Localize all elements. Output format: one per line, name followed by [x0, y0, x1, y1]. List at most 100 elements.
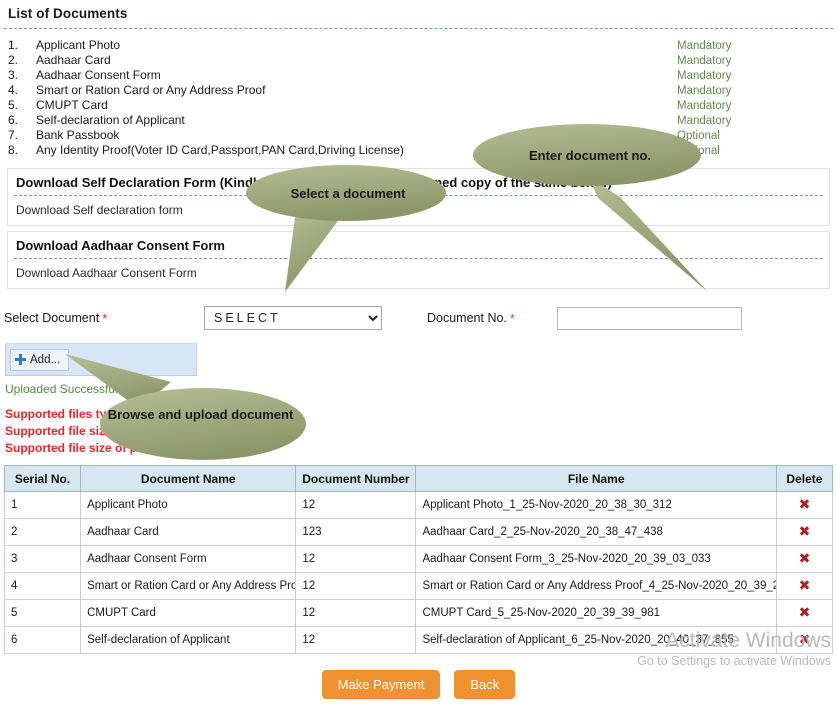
list-item-requirement: Mandatory	[677, 85, 732, 97]
list-item-requirement: Mandatory	[677, 70, 732, 82]
cell-serial-no: 6	[3, 626, 82, 654]
make-payment-button[interactable]: Make Payment	[321, 670, 441, 699]
list-item-number: 5.	[8, 98, 19, 112]
list-item-requirement: Mandatory	[677, 100, 732, 112]
cell-document-name: Aadhaar Card	[80, 518, 297, 546]
table-row: 4 Smart or Ration Card or Any Address Pr…	[3, 572, 834, 600]
upload-status-message: Uploaded Successfully	[5, 382, 127, 396]
cell-serial-no: 2	[3, 518, 82, 546]
select-document-label: Select Document *	[4, 311, 204, 326]
list-item-label: Applicant Photo	[36, 38, 121, 52]
cell-document-number: 12	[295, 545, 417, 573]
cell-file-name: Applicant Photo_1_25-Nov-2020_20_38_30_3…	[415, 491, 777, 519]
column-header-file-name: File Name	[415, 465, 777, 492]
list-item: 6. Self-declaration of Applicant Mandato…	[0, 113, 837, 128]
cell-document-name: Aadhaar Consent Form	[80, 545, 297, 573]
select-document-dropdown[interactable]: SELECT	[204, 306, 382, 330]
document-no-input[interactable]	[557, 306, 742, 330]
table-header-row: Serial No. Document Name Document Number…	[3, 465, 834, 492]
cell-file-name: Aadhaar Consent Form_3_25-Nov-2020_20_39…	[415, 545, 777, 573]
download-aadhaar-consent-link[interactable]: Download Aadhaar Consent Form	[8, 259, 829, 288]
cell-file-name: Smart or Ration Card or Any Address Proo…	[415, 572, 777, 600]
delete-row-button[interactable]: ✖	[775, 518, 834, 546]
list-item-requirement: Mandatory	[677, 55, 732, 67]
list-item: 3. Aadhaar Consent Form Mandatory	[0, 68, 837, 83]
cell-document-name: CMUPT Card	[80, 599, 297, 627]
list-item-label: Aadhaar Consent Form	[36, 68, 161, 82]
delete-row-button[interactable]: ✖	[775, 545, 834, 573]
page-title: List of Documents	[8, 6, 128, 21]
supported-note: Supported file size of photo	[5, 441, 163, 455]
uploaded-documents-table: Serial No. Document Name Document Number…	[3, 465, 834, 654]
cell-document-name: Self-declaration of Applicant	[80, 626, 297, 654]
delete-row-button[interactable]: ✖	[775, 599, 834, 627]
document-no-label-text: Document No.	[427, 310, 507, 325]
cell-serial-no: 4	[3, 572, 82, 600]
delete-icon[interactable]: ✖	[799, 632, 811, 648]
footer-actions: Make Payment Back	[0, 670, 837, 699]
cell-document-name: Applicant Photo	[80, 491, 297, 519]
delete-icon[interactable]: ✖	[799, 497, 811, 513]
column-header-document-name: Document Name	[80, 465, 297, 492]
list-item: 5. CMUPT Card Mandatory	[0, 98, 837, 113]
document-entry-form: Select Document * SELECT Document No. *	[0, 306, 837, 330]
list-item-number: 1.	[8, 38, 19, 52]
list-item-label: Self-declaration of Applicant	[36, 113, 185, 127]
download-aadhaar-consent-panel: Download Aadhaar Consent Form Download A…	[7, 231, 830, 289]
supported-note: Supported files types	[5, 407, 128, 421]
table-row: 1 Applicant Photo 12 Applicant Photo_1_2…	[3, 491, 834, 519]
list-item-number: 7.	[8, 128, 19, 142]
list-item-number: 2.	[8, 53, 19, 67]
cell-serial-no: 1	[3, 491, 82, 519]
list-item: 1. Applicant Photo Mandatory	[0, 38, 837, 53]
download-aadhaar-consent-heading: Download Aadhaar Consent Form	[16, 238, 225, 253]
cell-serial-no: 3	[3, 545, 82, 573]
delete-row-button[interactable]: ✖	[775, 626, 834, 654]
list-item-requirement: Mandatory	[677, 40, 732, 52]
list-item: 2. Aadhaar Card Mandatory	[0, 53, 837, 68]
add-file-button-label: Add...	[30, 353, 61, 366]
column-header-serial-no: Serial No.	[3, 465, 82, 492]
supported-note: Supported file size o	[5, 424, 123, 438]
cell-file-name: CMUPT Card_5_25-Nov-2020_20_39_39_981	[415, 599, 777, 627]
cell-document-number: 123	[295, 518, 417, 546]
list-item-number: 8.	[8, 143, 19, 157]
download-self-declaration-heading: Download Self Declaration Form (Kindly d…	[16, 175, 612, 190]
select-document-label-text: Select Document	[4, 310, 100, 325]
cell-document-number: 12	[295, 599, 417, 627]
list-item-number: 4.	[8, 83, 19, 97]
table-row: 6 Self-declaration of Applicant 12 Self-…	[3, 626, 834, 654]
table-row: 2 Aadhaar Card 123 Aadhaar Card_2_25-Nov…	[3, 518, 834, 546]
cell-file-name: Self-declaration of Applicant_6_25-Nov-2…	[415, 626, 777, 654]
list-item-label: Aadhaar Card	[36, 53, 111, 67]
watermark-subtitle: Go to Settings to activate Windows	[637, 654, 831, 668]
delete-row-button[interactable]: ✖	[775, 572, 834, 600]
back-button[interactable]: Back	[454, 670, 516, 699]
delete-icon[interactable]: ✖	[799, 605, 811, 621]
column-header-document-number: Document Number	[295, 465, 417, 492]
required-asterisk-icon: *	[102, 310, 108, 326]
delete-icon[interactable]: ✖	[799, 551, 811, 567]
add-file-button[interactable]: Add...	[10, 348, 70, 371]
delete-row-button[interactable]: ✖	[775, 491, 834, 519]
cell-serial-no: 5	[3, 599, 82, 627]
download-self-declaration-panel: Download Self Declaration Form (Kindly d…	[7, 168, 830, 226]
file-uploader-panel: Add...	[5, 343, 197, 376]
cell-document-name: Smart or Ration Card or Any Address Proo…	[80, 572, 297, 600]
cell-document-number: 12	[295, 572, 417, 600]
list-item: 4. Smart or Ration Card or Any Address P…	[0, 83, 837, 98]
list-item: 7. Bank Passbook Optional	[0, 128, 837, 143]
document-requirements-list: 1. Applicant Photo Mandatory 2. Aadhaar …	[0, 38, 837, 158]
table-row: 3 Aadhaar Consent Form 12 Aadhaar Consen…	[3, 545, 834, 573]
delete-icon[interactable]: ✖	[799, 524, 811, 540]
delete-icon[interactable]: ✖	[799, 578, 811, 594]
download-self-declaration-link[interactable]: Download Self declaration form	[8, 196, 829, 225]
required-asterisk-icon: *	[509, 310, 515, 326]
cell-document-number: 12	[295, 491, 417, 519]
list-item-number: 6.	[8, 113, 19, 127]
list-item-label: Smart or Ration Card or Any Address Proo…	[36, 83, 266, 97]
list-item-label: Bank Passbook	[36, 128, 120, 142]
document-no-label: Document No. *	[427, 311, 557, 326]
list-item: 8. Any Identity Proof(Voter ID Card,Pass…	[0, 143, 837, 158]
cell-document-number: 12	[295, 626, 417, 654]
